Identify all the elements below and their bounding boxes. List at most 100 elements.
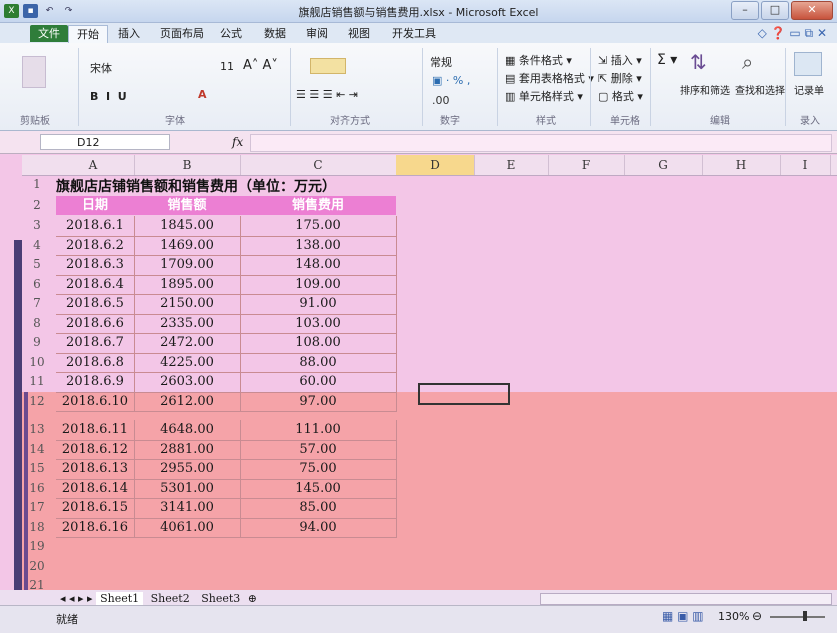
expense-cell[interactable]: 148.00 — [240, 255, 397, 276]
date-cell[interactable]: 2018.6.5 — [56, 294, 135, 315]
sales-cell[interactable]: 1845.00 — [134, 216, 241, 237]
expense-cell[interactable]: 108.00 — [240, 333, 397, 354]
format-cells-button[interactable]: ▢ 格式 ▾ — [598, 88, 643, 104]
column-header-h[interactable]: H — [702, 155, 781, 175]
header-date[interactable]: 日期 — [56, 196, 134, 215]
date-cell[interactable]: 2018.6.3 — [56, 255, 135, 276]
tab-file[interactable]: 文件 — [30, 25, 68, 42]
sales-cell[interactable]: 4225.00 — [134, 352, 241, 373]
new-sheet-icon[interactable]: ⊕ — [248, 592, 257, 605]
sort-filter-label[interactable]: 排序和筛选 — [680, 82, 730, 97]
sales-cell[interactable]: 2955.00 — [134, 459, 241, 480]
tab-developer[interactable]: 开发工具 — [384, 25, 444, 42]
row-header[interactable]: 5 — [22, 255, 52, 275]
date-cell[interactable]: 2018.6.12 — [56, 439, 135, 460]
paste-icon[interactable] — [22, 56, 46, 88]
expense-cell[interactable]: 97.00 — [240, 391, 397, 412]
sheet-tab-3[interactable]: Sheet3 — [197, 592, 244, 605]
row-header[interactable]: 8 — [22, 314, 52, 334]
date-cell[interactable]: 2018.6.9 — [56, 372, 135, 393]
column-header-d[interactable]: D — [396, 155, 475, 175]
insert-cells-button[interactable]: ⇲ 插入 ▾ — [598, 52, 642, 68]
font-size-box[interactable]: 11 — [220, 60, 234, 73]
expense-cell[interactable]: 91.00 — [240, 294, 397, 315]
tab-home[interactable]: 开始 — [68, 25, 108, 43]
align-buttons-icon[interactable]: ☰ ☰ ☰ ⇤ ⇥ — [296, 88, 358, 101]
tab-formulas[interactable]: 公式 — [212, 25, 250, 42]
sales-cell[interactable]: 1709.00 — [134, 255, 241, 276]
sales-cell[interactable]: 1895.00 — [134, 274, 241, 295]
expense-cell[interactable]: 175.00 — [240, 216, 397, 237]
row-header[interactable]: 3 — [22, 216, 52, 236]
header-sales[interactable]: 销售额 — [134, 196, 240, 215]
active-cell-cursor[interactable] — [418, 383, 510, 405]
row-header[interactable]: 10 — [22, 353, 52, 373]
font-color-icon[interactable]: A — [198, 88, 207, 101]
formula-input[interactable] — [250, 134, 832, 152]
column-header-g[interactable]: G — [624, 155, 703, 175]
find-select-icon[interactable]: ⌕ — [742, 50, 753, 74]
tab-insert[interactable]: 插入 — [110, 25, 148, 42]
expense-cell[interactable]: 109.00 — [240, 274, 397, 295]
maximize-button[interactable]: □ — [761, 1, 789, 20]
font-grow-icon[interactable]: A˄ A˅ — [243, 58, 278, 73]
autosum-icon[interactable]: Σ ▾ — [657, 52, 677, 68]
expense-cell[interactable]: 103.00 — [240, 313, 397, 334]
sheet-tab-1[interactable]: Sheet1 — [96, 592, 144, 605]
date-cell[interactable]: 2018.6.7 — [56, 333, 135, 354]
sales-cell[interactable]: 2603.00 — [134, 372, 241, 393]
sheet-tab-2[interactable]: Sheet2 — [147, 592, 194, 605]
record-form-icon[interactable] — [794, 52, 822, 76]
date-cell[interactable]: 2018.6.8 — [56, 352, 135, 373]
sales-cell[interactable]: 2472.00 — [134, 333, 241, 354]
sheet-nav-icon[interactable]: ◂ ◂ ▸ ▸ — [60, 592, 96, 605]
date-cell[interactable]: 2018.6.15 — [56, 498, 135, 519]
zoom-slider[interactable] — [770, 616, 825, 618]
font-name-box[interactable]: 宋体 — [90, 60, 112, 76]
percent-icon[interactable]: ▣ · % , — [432, 74, 470, 87]
view-mode-icon[interactable]: ▦ ▣ ▥ — [662, 609, 704, 623]
sales-cell[interactable]: 4648.00 — [134, 420, 241, 441]
column-header-f[interactable]: F — [548, 155, 625, 175]
cell-style-button[interactable]: ▥ 单元格样式 ▾ — [505, 88, 583, 104]
sales-cell[interactable]: 2150.00 — [134, 294, 241, 315]
sort-filter-icon[interactable]: ⇅ — [690, 50, 707, 74]
column-header-a[interactable]: A — [52, 155, 135, 175]
header-expense[interactable]: 销售费用 — [240, 196, 396, 215]
expense-cell[interactable]: 145.00 — [240, 478, 397, 499]
date-cell[interactable]: 2018.6.16 — [56, 517, 135, 538]
decimal-icon[interactable]: .00 — [432, 94, 450, 107]
date-cell[interactable]: 2018.6.10 — [56, 391, 135, 412]
row-header[interactable]: 9 — [22, 333, 52, 353]
date-cell[interactable]: 2018.6.14 — [56, 478, 135, 499]
date-cell[interactable]: 2018.6.11 — [56, 420, 135, 441]
row-header[interactable]: 11 — [22, 372, 52, 392]
column-header-c[interactable]: C — [240, 155, 397, 175]
tab-data[interactable]: 数据 — [256, 25, 294, 42]
column-header-e[interactable]: E — [474, 155, 549, 175]
tab-page-layout[interactable]: 页面布局 — [152, 25, 212, 42]
align-center-button[interactable] — [310, 58, 346, 74]
zoom-slider-handle[interactable] — [803, 611, 807, 621]
minimize-button[interactable]: – — [731, 1, 759, 20]
expense-cell[interactable]: 111.00 — [240, 420, 397, 441]
row-header[interactable]: 6 — [22, 275, 52, 295]
tab-review[interactable]: 审阅 — [298, 25, 336, 42]
sales-cell[interactable]: 3141.00 — [134, 498, 241, 519]
conditional-format-button[interactable]: ▦ 条件格式 ▾ — [505, 52, 572, 68]
number-format-box[interactable]: 常规 — [430, 54, 452, 70]
tab-view[interactable]: 视图 — [340, 25, 378, 42]
find-select-label[interactable]: 查找和选择 — [735, 82, 785, 97]
date-cell[interactable]: 2018.6.6 — [56, 313, 135, 334]
expense-cell[interactable]: 75.00 — [240, 459, 397, 480]
horizontal-scrollbar[interactable] — [540, 593, 832, 605]
record-form-label[interactable]: 记录单 — [794, 82, 824, 97]
table-format-button[interactable]: ▤ 套用表格格式 ▾ — [505, 70, 594, 86]
row-header[interactable]: 1 — [22, 177, 52, 191]
fx-icon[interactable]: fx — [232, 135, 243, 149]
column-header-i[interactable]: I — [780, 155, 831, 175]
sales-cell[interactable]: 2335.00 — [134, 313, 241, 334]
zoom-out-icon[interactable]: ⊖ — [752, 609, 762, 623]
date-cell[interactable]: 2018.6.2 — [56, 235, 135, 256]
column-header-b[interactable]: B — [134, 155, 241, 175]
